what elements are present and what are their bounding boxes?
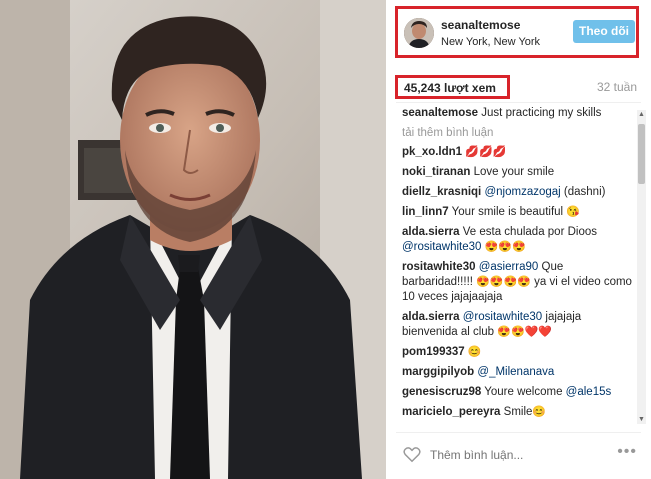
comment-username[interactable]: maricielo_pereyra — [402, 406, 500, 418]
scroll-down-arrow-icon[interactable]: ▼ — [637, 415, 646, 424]
avatar-image — [404, 18, 434, 48]
post-video[interactable] — [0, 0, 386, 479]
comment-mention-link[interactable]: @ale15s — [566, 386, 612, 398]
post-age[interactable]: 32 tuần — [597, 80, 637, 94]
comment-item: genesiscruz98 Youre welcome @ale15s — [402, 385, 632, 400]
comment-item: pk_xo.ldn1 💋💋💋 — [402, 145, 632, 160]
load-more-comments-link[interactable]: tải thêm bình luận — [402, 126, 632, 141]
comment-emoji: 💋💋💋 — [465, 146, 507, 158]
comment-emoji: 😍😍😍😍 — [476, 276, 531, 288]
comment-scrollbar[interactable]: ▲ ▼ — [637, 110, 646, 424]
comment-username[interactable]: pom199337 — [402, 346, 465, 358]
comment-text: Smile — [503, 406, 533, 418]
comment-item: lin_linn7 Your smile is beautiful 😘 — [402, 205, 632, 220]
add-comment-input[interactable] — [430, 445, 600, 465]
comment-username[interactable]: alda.sierra — [402, 311, 460, 323]
views-highlight: 45,243 lượt xem — [395, 75, 510, 99]
post-side-panel: seanaltemose New York, New York Theo dõi… — [386, 0, 651, 479]
comment-username[interactable]: noki_tiranan — [402, 166, 470, 178]
comment-username[interactable]: genesiscruz98 — [402, 386, 481, 398]
comment-item: pom199337 😊 — [402, 345, 632, 360]
avatar[interactable] — [404, 18, 434, 48]
comment-item: alda.sierra @rositawhite30 jajajaja bien… — [402, 310, 632, 340]
post-footer: ••• — [386, 434, 651, 479]
comment-username[interactable]: diellz_krasniqi — [402, 186, 481, 198]
scrollbar-thumb[interactable] — [638, 124, 645, 184]
comment-item: rositawhite30 @asierra90 Que barbaridad!… — [402, 260, 632, 305]
divider — [396, 102, 641, 103]
more-options-icon[interactable]: ••• — [617, 443, 637, 461]
comment-list: seanaltemose Just practicing my skills t… — [402, 106, 632, 424]
comment-username[interactable]: lin_linn7 — [402, 206, 449, 218]
comment-text: Your smile is beautiful — [451, 206, 567, 218]
comment-emoji: 😊 — [532, 406, 547, 418]
comment-text: Love your smile — [473, 166, 555, 178]
comment-mention-link[interactable]: @rositawhite30 — [463, 311, 542, 323]
post-username[interactable]: seanaltemose — [441, 18, 520, 32]
comment-username[interactable]: pk_xo.ldn1 — [402, 146, 462, 158]
comment-username[interactable]: marggipilyob — [402, 366, 474, 378]
video-frame-image — [0, 0, 386, 479]
comment-item: marggipilyob @_Milenanava — [402, 365, 632, 380]
comment-item: alda.sierra Ve esta chulada por Dioos @r… — [402, 225, 632, 255]
comment-text: Youre welcome — [484, 386, 566, 398]
comment-emoji: 😊 — [467, 346, 482, 358]
follow-button[interactable]: Theo dõi — [573, 20, 635, 43]
comment-mention-link[interactable]: @rositawhite30 — [402, 241, 481, 253]
scroll-up-arrow-icon[interactable]: ▲ — [637, 110, 646, 119]
comment-text: (dashni) — [560, 186, 606, 198]
comment-item: noki_tiranan Love your smile — [402, 165, 632, 180]
divider — [396, 432, 641, 433]
post-header-highlight: seanaltemose New York, New York Theo dõi — [395, 6, 639, 58]
comment-item: diellz_krasniqi @njomzazogaj (dashni) — [402, 185, 632, 200]
caption-username[interactable]: seanaltemose — [402, 107, 478, 119]
comment-emoji: 😍😍❤️❤️ — [497, 326, 553, 338]
comment-item: maricielo_pereyra Smile😊 — [402, 405, 632, 420]
post-caption: seanaltemose Just practicing my skills — [402, 106, 632, 121]
post-location[interactable]: New York, New York — [441, 36, 540, 48]
caption-text: Just practicing my skills — [481, 107, 602, 119]
comment-mention-link[interactable]: @_Milenanava — [477, 366, 554, 378]
comment-emoji: 😍😍😍 — [484, 241, 526, 253]
heart-icon[interactable] — [403, 446, 421, 463]
view-count: 45,243 lượt xem — [404, 81, 496, 95]
comment-emoji: 😘 — [566, 206, 580, 218]
comment-username[interactable]: rositawhite30 — [402, 261, 476, 273]
comment-mention-link[interactable]: @asierra90 — [479, 261, 539, 273]
comment-mention-link[interactable]: @njomzazogaj — [484, 186, 560, 198]
comment-text: Ve esta chulada por Dioos — [462, 226, 598, 238]
comment-username[interactable]: alda.sierra — [402, 226, 460, 238]
